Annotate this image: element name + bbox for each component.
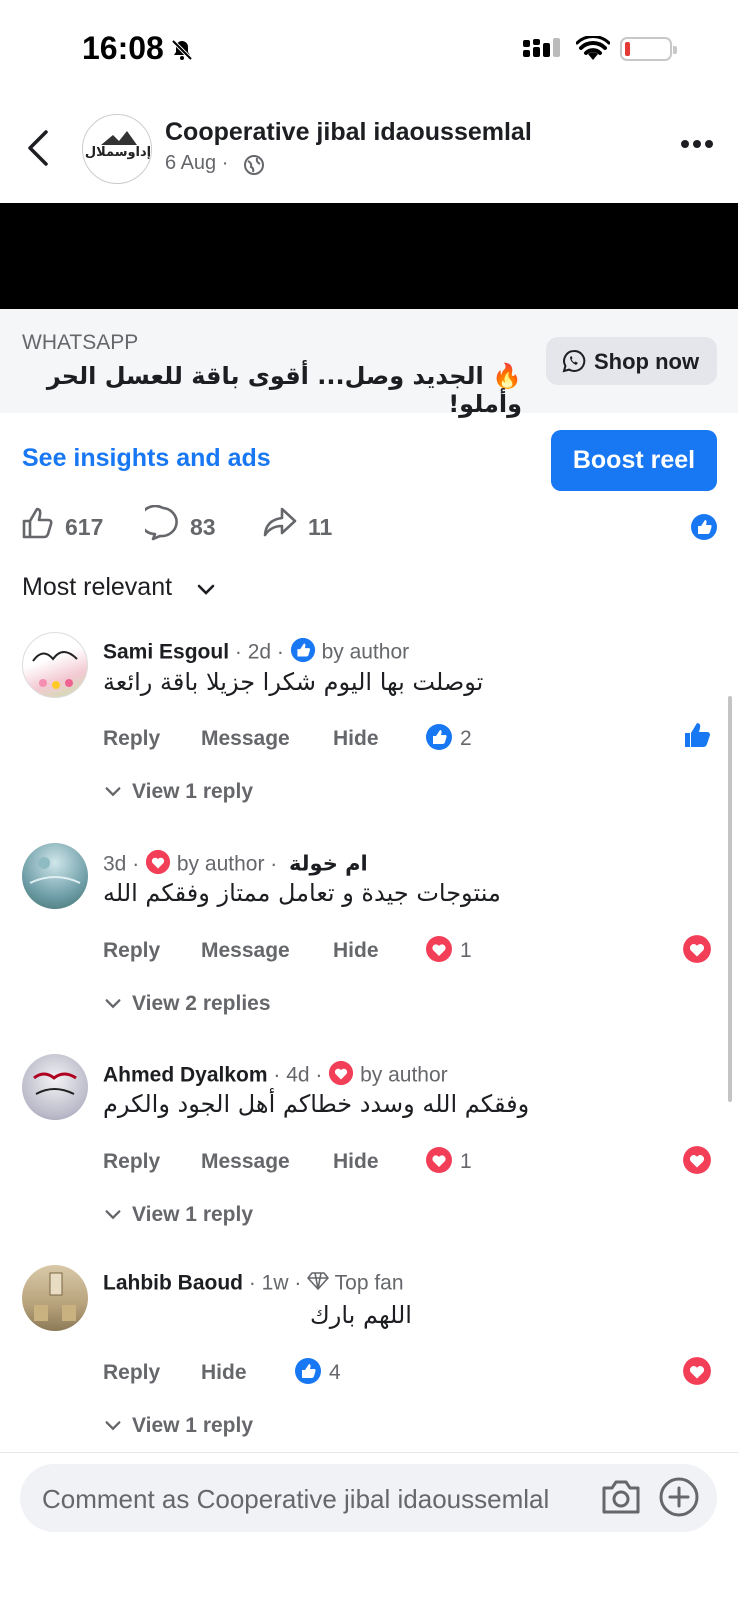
- whatsapp-icon: [562, 349, 586, 378]
- share-icon[interactable]: [262, 505, 298, 546]
- loved-heart-icon[interactable]: [682, 934, 712, 969]
- reply-button[interactable]: Reply: [103, 727, 160, 751]
- view-replies-link[interactable]: View 1 reply: [132, 780, 253, 804]
- add-attachment-icon[interactable]: [658, 1476, 700, 1523]
- love-badge-icon: [145, 849, 171, 881]
- comment-text: اللهم بارك: [310, 1301, 412, 1329]
- reply-button[interactable]: Reply: [103, 1361, 160, 1385]
- sort-dropdown[interactable]: Most relevant: [22, 573, 172, 602]
- reaction-count: 4: [329, 1361, 341, 1384]
- love-badge-icon: [425, 1146, 453, 1179]
- like-badge-icon: [290, 637, 316, 669]
- comments-count: 83: [190, 514, 216, 540]
- message-button[interactable]: Message: [201, 727, 290, 751]
- shares-count: 11: [308, 514, 333, 540]
- globe-icon: [243, 154, 265, 181]
- view-replies-link[interactable]: View 2 replies: [132, 992, 271, 1016]
- comment-text: توصلت بها اليوم شكرا جزيلا باقة رائعة: [103, 668, 484, 696]
- comment-text: وفقكم الله وسدد خطاكم أهل الجود والكرم: [103, 1090, 530, 1118]
- comment-placeholder[interactable]: Comment as Cooperative jibal idaoussemla…: [42, 1484, 549, 1515]
- bell-off-icon: [170, 38, 194, 67]
- liked-thumb-icon[interactable]: [682, 720, 712, 755]
- commenter-name[interactable]: ام خولة: [289, 852, 368, 876]
- view-replies-link[interactable]: View 1 reply: [132, 1203, 253, 1227]
- hide-button[interactable]: Hide: [201, 1361, 247, 1385]
- status-time: 16:08: [82, 30, 164, 66]
- loved-heart-icon[interactable]: [682, 1356, 712, 1391]
- chevron-down-icon[interactable]: [104, 997, 122, 1016]
- reaction-count: 1: [460, 939, 472, 962]
- like-badge-icon: [425, 723, 453, 756]
- post-date: 6 Aug ·: [165, 152, 229, 174]
- like-icon[interactable]: [20, 505, 56, 546]
- engagement-counts: 617 83 11: [0, 504, 738, 555]
- shop-now-button[interactable]: Shop now: [546, 337, 717, 385]
- boost-reel-label: Boost reel: [572, 446, 696, 474]
- love-badge-icon: [328, 1060, 354, 1092]
- commenter-avatar[interactable]: [22, 1265, 88, 1331]
- shop-now-label: Shop now: [594, 349, 700, 374]
- cellular-signal-icon: [523, 38, 563, 67]
- ad-source: WHATSAPP: [22, 331, 139, 354]
- page-name[interactable]: Cooperative jibal idaoussemlal: [165, 118, 532, 147]
- commenter-avatar[interactable]: [22, 843, 88, 909]
- comment-header: Lahbib Baoud · 1w · Top fan: [103, 1271, 404, 1297]
- chevron-down-icon[interactable]: [196, 583, 216, 602]
- author-reaction-label: by author: [360, 1063, 448, 1087]
- comment-meta: · 1w ·: [243, 1271, 308, 1295]
- likes-count: 617: [65, 514, 104, 540]
- hide-button[interactable]: Hide: [333, 727, 379, 751]
- comment-text: منتوجات جيدة و تعامل ممتاز وفقكم الله: [103, 879, 501, 907]
- comment-meta: · 2d ·: [229, 640, 290, 664]
- commenter-name[interactable]: Lahbib Baoud: [103, 1272, 243, 1295]
- author-reaction-label: by author ·: [176, 852, 278, 876]
- see-insights-link[interactable]: See insights and ads: [22, 444, 271, 473]
- camera-icon[interactable]: [600, 1478, 642, 1521]
- commenter-avatar[interactable]: [22, 1054, 88, 1120]
- chevron-down-icon[interactable]: [104, 1419, 122, 1438]
- reply-button[interactable]: Reply: [103, 1150, 160, 1174]
- comment-meta: · 4d ·: [267, 1063, 329, 1087]
- comment-header: Ahmed Dyalkom · 4d · by author: [103, 1060, 448, 1092]
- comment-icon[interactable]: [139, 504, 181, 546]
- hide-button[interactable]: Hide: [333, 939, 379, 963]
- back-arrow-icon[interactable]: [26, 128, 50, 173]
- message-button[interactable]: Message: [201, 1150, 290, 1174]
- chevron-down-icon[interactable]: [104, 1208, 122, 1227]
- page-logo-text: إداوسملال: [84, 145, 152, 160]
- video-player[interactable]: [0, 203, 738, 309]
- author-reaction-label: by author: [321, 640, 410, 664]
- scrollbar[interactable]: [728, 696, 732, 1102]
- like-reaction-badge-icon: [690, 513, 718, 546]
- love-badge-icon: [425, 935, 453, 968]
- wifi-icon: [575, 35, 611, 67]
- reaction-count: 1: [460, 1150, 472, 1173]
- commenter-avatar[interactable]: [22, 632, 88, 698]
- hide-button[interactable]: Hide: [333, 1150, 379, 1174]
- page-avatar[interactable]: إداوسملال: [82, 114, 152, 184]
- ad-headline: 🔥 الجديد وصل... أقوى باقة للعسل الحر وأم…: [46, 362, 522, 418]
- comment-header: 3d · by author · ام خولة: [103, 849, 368, 881]
- status-bar: 16:08: [0, 0, 738, 100]
- diamond-icon: [307, 1271, 329, 1297]
- loved-heart-icon[interactable]: [682, 1145, 712, 1180]
- message-button[interactable]: Message: [201, 939, 290, 963]
- battery-icon: [620, 37, 677, 61]
- reaction-count: 2: [460, 727, 472, 750]
- like-badge-icon: [294, 1357, 322, 1390]
- boost-reel-button[interactable]: Boost reel: [551, 430, 717, 491]
- comment-meta: 3d ·: [103, 852, 146, 876]
- reply-button[interactable]: Reply: [103, 939, 160, 963]
- more-options-icon[interactable]: [680, 136, 714, 154]
- comment-header: Sami Esgoul · 2d · by author: [103, 637, 409, 669]
- top-fan-badge: Top fan: [334, 1271, 404, 1295]
- commenter-name[interactable]: Ahmed Dyalkom: [103, 1064, 268, 1087]
- commenter-name[interactable]: Sami Esgoul: [103, 641, 229, 664]
- chevron-down-icon[interactable]: [104, 785, 122, 804]
- view-replies-link[interactable]: View 1 reply: [132, 1414, 253, 1438]
